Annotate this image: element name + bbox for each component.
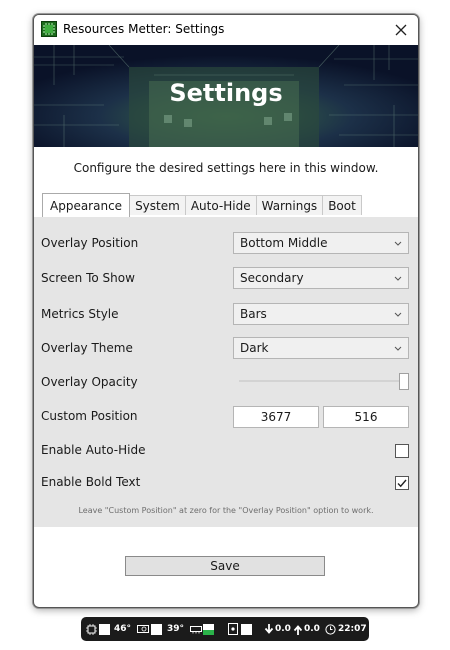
clock-time: 22:07 — [338, 624, 367, 634]
overlay-theme-value: Dark — [240, 341, 269, 355]
overlay-theme-select[interactable]: Dark — [233, 337, 409, 359]
metrics-style-label: Metrics Style — [41, 307, 119, 321]
screen-to-show-value: Secondary — [240, 271, 304, 285]
custom-position-y-input[interactable]: 516 — [323, 406, 409, 428]
download-arrow-icon — [264, 617, 274, 641]
cpu-temp: 46° — [114, 624, 132, 634]
enable-bold-text-label: Enable Bold Text — [41, 475, 141, 489]
enable-auto-hide-checkbox[interactable] — [395, 444, 409, 458]
clock-icon — [325, 617, 336, 641]
overlay-theme-label: Overlay Theme — [41, 341, 133, 355]
settings-window: Resources Metter: Settings Settings Conf… — [33, 14, 419, 608]
overlay-opacity-label: Overlay Opacity — [41, 375, 138, 389]
tab-system[interactable]: System — [129, 195, 186, 215]
banner-title: Settings — [169, 79, 283, 107]
window-title: Resources Metter: Settings — [63, 22, 225, 36]
tab-boot[interactable]: Boot — [322, 195, 362, 215]
gpu-icon — [137, 617, 149, 641]
gpu-usage-bar — [151, 624, 162, 635]
overlay-position-select[interactable]: Bottom Middle — [233, 232, 409, 254]
custom-position-hint: Leave "Custom Position" at zero for the … — [78, 506, 374, 515]
overlay-opacity-slider-track[interactable] — [239, 380, 407, 382]
gpu-temp: 39° — [167, 624, 185, 634]
close-icon — [395, 24, 407, 36]
resource-overlay-bar: 46° 39° 0.0 0.0 22:07 — [81, 617, 369, 641]
disk-usage-bar — [241, 624, 252, 635]
enable-auto-hide-label: Enable Auto-Hide — [41, 443, 146, 457]
screen-to-show-select[interactable]: Secondary — [233, 267, 409, 289]
settings-tabs: Appearance System Auto-Hide Warnings Boo… — [42, 193, 362, 217]
ram-usage-bar — [203, 624, 214, 635]
overlay-opacity-slider-thumb[interactable] — [399, 373, 409, 390]
overlay-position-label: Overlay Position — [41, 236, 139, 250]
tab-warnings[interactable]: Warnings — [255, 195, 324, 215]
ram-usage-fill — [203, 630, 214, 635]
enable-bold-text-checkbox[interactable] — [395, 476, 409, 490]
upload-arrow-icon — [293, 617, 303, 641]
screen-to-show-label: Screen To Show — [41, 271, 135, 285]
ram-icon — [190, 617, 202, 641]
app-chip-icon — [41, 21, 57, 37]
overlay-position-value: Bottom Middle — [240, 236, 328, 250]
tab-appearance[interactable]: Appearance — [42, 193, 131, 217]
custom-position-label: Custom Position — [41, 409, 138, 423]
download-speed: 0.0 — [275, 624, 291, 634]
header-banner: Settings — [34, 45, 418, 147]
chevron-down-icon — [394, 276, 402, 281]
disk-icon — [228, 617, 238, 641]
upload-speed: 0.0 — [304, 624, 320, 634]
chevron-down-icon — [394, 241, 402, 246]
chevron-down-icon — [394, 346, 402, 351]
intro-text: Configure the desired settings here in t… — [73, 161, 379, 175]
title-bar: Resources Metter: Settings — [34, 15, 418, 45]
save-button[interactable]: Save — [125, 556, 325, 576]
tab-auto-hide[interactable]: Auto-Hide — [184, 195, 257, 215]
close-button[interactable] — [390, 19, 412, 41]
metrics-style-value: Bars — [240, 307, 267, 321]
chevron-down-icon — [394, 312, 402, 317]
checkmark-icon — [397, 479, 407, 488]
cpu-chip-icon — [86, 617, 97, 641]
metrics-style-select[interactable]: Bars — [233, 303, 409, 325]
custom-position-x-input[interactable]: 3677 — [233, 406, 319, 428]
cpu-usage-bar — [99, 624, 110, 635]
